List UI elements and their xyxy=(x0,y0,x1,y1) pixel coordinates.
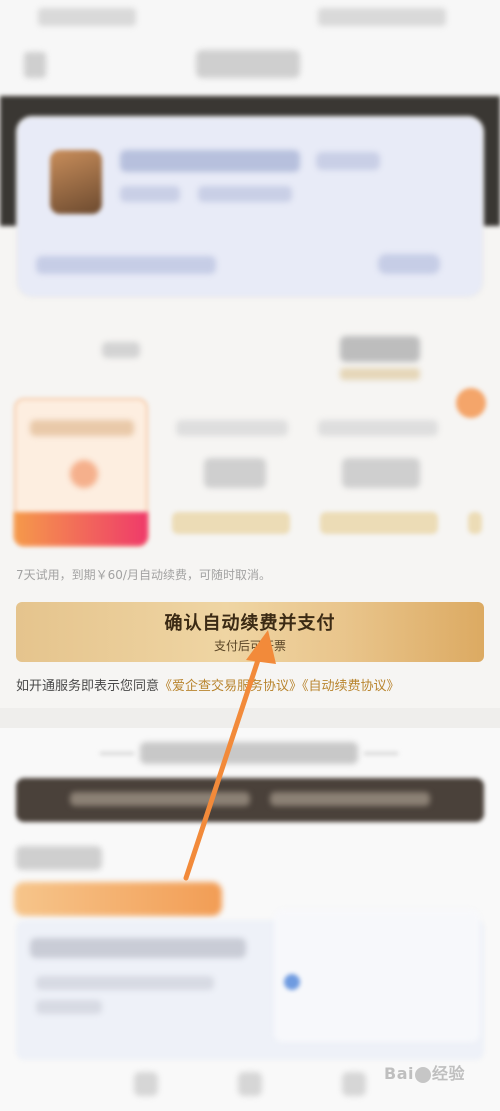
subsection-label-blurred xyxy=(16,846,102,870)
confirm-button-title: 确认自动续费并支付 xyxy=(164,613,336,634)
plan-card-label-blurred xyxy=(318,420,438,436)
confirm-button-subtitle: 支付后可开票 xyxy=(213,639,286,653)
page-title-blurred xyxy=(196,50,300,78)
feature-text-blurred xyxy=(36,1000,102,1014)
map-marker-icon xyxy=(284,974,300,990)
tab-plan-right[interactable] xyxy=(340,336,420,362)
plan-card-selected-footer xyxy=(14,512,148,546)
feature-text-blurred xyxy=(36,976,214,990)
vip-name-blurred xyxy=(120,150,300,172)
agreement-prefix: 如开通服务即表示您同意 xyxy=(16,679,160,694)
autorenew-agreement-link[interactable]: 《自动续费协议》 xyxy=(302,679,400,694)
feature-illustration xyxy=(274,910,480,1042)
vip-footer-blurred xyxy=(36,256,216,274)
tab-plan-left[interactable] xyxy=(102,342,140,358)
vip-sub-blurred xyxy=(198,186,292,202)
plan-card-footer xyxy=(468,512,482,534)
watermark-text-right: 经验 xyxy=(431,1064,465,1083)
bottom-nav-icon[interactable] xyxy=(238,1072,262,1096)
plan-card-price-blurred[interactable] xyxy=(204,458,266,488)
benefit-strip-text-blurred xyxy=(70,792,250,806)
status-left-blurred xyxy=(38,8,136,26)
status-right-blurred xyxy=(318,8,446,26)
back-arrow-icon[interactable] xyxy=(24,52,46,78)
agreement-line: 如开通服务即表示您同意《爱企查交易服务协议》《自动续费协议》 xyxy=(16,675,400,694)
divider xyxy=(364,752,398,755)
service-agreement-link[interactable]: 《爱企查交易服务协议》 xyxy=(159,679,302,694)
plan-card-footer xyxy=(172,512,290,534)
plan-card-price-blurred[interactable] xyxy=(342,458,420,488)
plan-card-label-blurred xyxy=(30,420,134,436)
benefit-strip-text-blurred xyxy=(270,792,430,806)
feature-title-blurred xyxy=(30,938,246,958)
plan-card-mark-blurred xyxy=(70,460,98,488)
baidu-paw-icon xyxy=(414,1066,431,1083)
avatar xyxy=(50,150,102,214)
vip-footer-link-blurred[interactable] xyxy=(378,254,440,274)
bottom-nav-icon[interactable] xyxy=(342,1072,366,1096)
hot-badge-icon xyxy=(456,388,486,418)
section-divider xyxy=(0,708,500,728)
baidu-watermark: Bai 经验 xyxy=(384,1060,465,1084)
plan-card-footer xyxy=(320,512,438,534)
watermark-text-left: Bai xyxy=(384,1064,414,1083)
feature-pill-blurred[interactable] xyxy=(14,882,222,916)
divider xyxy=(100,752,134,755)
confirm-autorenew-pay-button[interactable]: 确认自动续费并支付 支付后可开票 xyxy=(16,602,484,662)
vip-tag-blurred xyxy=(316,152,380,170)
vip-sub-blurred xyxy=(120,186,180,202)
section-title-blurred xyxy=(140,742,358,764)
plan-card-label-blurred xyxy=(176,420,288,436)
bottom-nav-icon[interactable] xyxy=(134,1072,158,1096)
auto-renew-notice: 7天试用，到期￥60/月自动续费，可随时取消。 xyxy=(16,568,271,582)
tab-indicator xyxy=(340,368,420,380)
